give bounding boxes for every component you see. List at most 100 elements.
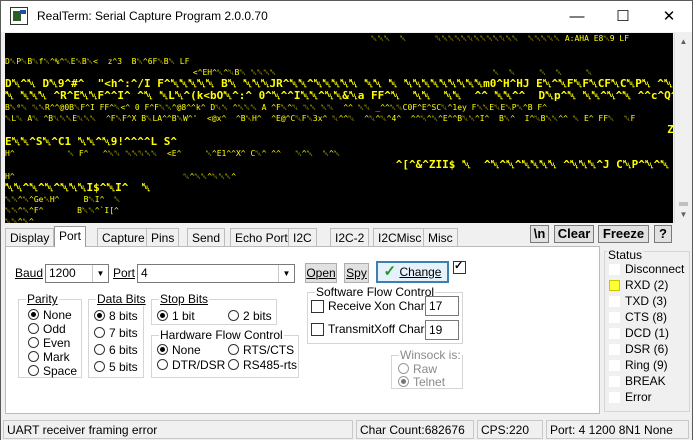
parity-title: Parity bbox=[26, 292, 59, 306]
port-panel: Baud 1200 ▼ Port 4 ▼ Open Spy ✓ Change ✓… bbox=[5, 246, 600, 414]
radio-icon bbox=[398, 363, 409, 374]
led-icon bbox=[609, 280, 620, 291]
stop-bits-1-radio[interactable]: 1 bit bbox=[157, 309, 195, 323]
data-bits-6-radio[interactable]: 6 bits bbox=[94, 343, 138, 357]
title-bar: RealTerm: Serial Capture Program 2.0.0.7… bbox=[1, 1, 692, 32]
scroll-down-arrow-icon[interactable]: ▼ bbox=[675, 206, 692, 223]
app-icon bbox=[10, 7, 28, 25]
tab-pins[interactable]: Pins bbox=[146, 228, 180, 246]
scroll-up-arrow-icon[interactable]: ▲ bbox=[675, 33, 692, 50]
tab-strip: Display Port Capture Pins Send Echo Port… bbox=[5, 226, 465, 247]
terminal-line: B␀⁰␀ ␀␀R^^@0B␀F^I FF^␀<^ 0 F^F␀␀^@8^^k^ … bbox=[5, 103, 548, 112]
xoff-label: Xoff Char: bbox=[374, 322, 428, 336]
parity-mark-radio[interactable]: Mark bbox=[28, 350, 70, 364]
led-icon bbox=[609, 360, 620, 371]
hw-flow-rs485-radio[interactable]: RS485-rts bbox=[228, 358, 297, 372]
status-indicator: DCD (1) bbox=[609, 326, 691, 342]
status-indicator: DSR (6) bbox=[609, 342, 691, 358]
hw-flow-rts-cts-radio[interactable]: RTS/CTS bbox=[228, 343, 294, 357]
port-select[interactable]: 4 ▼ bbox=[137, 264, 295, 283]
radio-icon bbox=[28, 365, 39, 376]
status-indicator-label: Error bbox=[625, 390, 652, 404]
led-icon bbox=[609, 264, 620, 275]
tab-port[interactable]: Port bbox=[54, 226, 87, 247]
led-icon bbox=[609, 376, 620, 387]
check-icon: ✓ bbox=[383, 263, 397, 280]
tab-i2cmisc[interactable]: I2CMisc bbox=[373, 228, 427, 246]
check-icon: ✓ bbox=[454, 260, 464, 272]
radio-icon bbox=[28, 337, 39, 348]
main-window: RealTerm: Serial Capture Program 2.0.0.7… bbox=[0, 0, 693, 440]
xon-label: Xon Char: bbox=[374, 299, 429, 313]
data-bits-8-radio[interactable]: 8 bits bbox=[94, 309, 138, 323]
status-indicator-label: DSR (6) bbox=[625, 342, 669, 356]
terminal-display[interactable]: ␀␀␀ ␀ ␀␀␀␀␀␀␀␀␀␀␀␀␀ ␀␀␀␀␀ A:AHA E8␀9 LF … bbox=[5, 33, 673, 223]
stop-bits-2-radio[interactable]: 2 bits bbox=[228, 309, 272, 323]
open-button[interactable]: Open bbox=[305, 263, 337, 283]
radio-icon bbox=[94, 310, 105, 321]
parity-space-radio[interactable]: Space bbox=[28, 364, 77, 378]
status-indicator: RXD (2) bbox=[609, 278, 691, 294]
hardware-flow-title: Hardware Flow Control bbox=[159, 328, 284, 342]
radio-icon bbox=[94, 361, 105, 372]
status-bar: UART receiver framing error Char Count:6… bbox=[1, 419, 692, 440]
radio-icon bbox=[398, 376, 409, 387]
port-label: Port bbox=[113, 266, 136, 280]
radio-icon bbox=[157, 359, 168, 370]
maximize-button[interactable]: ☐ bbox=[600, 1, 646, 32]
tab-misc[interactable]: Misc bbox=[423, 228, 458, 246]
char-count: Char Count:682676 bbox=[356, 420, 474, 439]
parity-odd-radio[interactable]: Odd bbox=[28, 322, 66, 336]
tab-display[interactable]: Display bbox=[5, 228, 55, 246]
terminal-line: ␀␀^␀^Ge␀H^ B␀I^ ␀ bbox=[5, 195, 121, 204]
parity-none-radio[interactable]: None bbox=[28, 308, 72, 322]
radio-icon bbox=[94, 327, 105, 338]
freeze-button[interactable]: Freeze bbox=[598, 225, 649, 243]
clear-button[interactable]: Clear bbox=[554, 225, 594, 243]
winsock-telnet-radio[interactable]: Telnet bbox=[398, 375, 445, 389]
close-button[interactable]: ✕ bbox=[646, 1, 692, 32]
tab-capture[interactable]: Capture bbox=[97, 228, 150, 246]
software-flow-title: Software Flow Control bbox=[315, 285, 436, 299]
xon-char-input[interactable]: 17 bbox=[425, 296, 459, 316]
minimize-button[interactable]: — bbox=[554, 1, 600, 32]
cps-value: CPS:220 bbox=[477, 420, 543, 439]
terminal-scrollbar[interactable]: ▲ ▼ bbox=[674, 33, 691, 223]
data-bits-5-radio[interactable]: 5 bits bbox=[94, 360, 138, 374]
tab-echo-port[interactable]: Echo Port bbox=[230, 228, 293, 246]
change-auto-checkbox[interactable]: ✓ bbox=[453, 260, 466, 274]
status-indicator: Disconnect bbox=[609, 262, 691, 278]
status-indicator-label: Disconnect bbox=[625, 262, 685, 276]
parity-even-radio[interactable]: Even bbox=[28, 336, 70, 350]
hw-flow-dtr-dsr-radio[interactable]: DTR/DSR bbox=[157, 358, 225, 372]
radio-icon bbox=[28, 309, 39, 320]
spy-button[interactable]: Spy bbox=[344, 263, 369, 283]
radio-icon bbox=[157, 344, 168, 355]
transmit-checkbox[interactable] bbox=[311, 323, 324, 336]
radio-icon bbox=[28, 323, 39, 334]
status-indicator-label: CTS (8) bbox=[625, 310, 667, 324]
newline-button[interactable]: \n bbox=[530, 225, 549, 243]
status-indicator-label: BREAK bbox=[625, 374, 666, 388]
baud-select[interactable]: 1200 ▼ bbox=[45, 264, 109, 283]
baud-label: Baud bbox=[15, 266, 44, 280]
chevron-down-icon[interactable]: ▼ bbox=[92, 265, 108, 282]
tab-i2c[interactable]: I2C bbox=[288, 228, 317, 246]
winsock-title: Winsock is: bbox=[399, 348, 462, 362]
winsock-raw-radio[interactable]: Raw bbox=[398, 362, 437, 376]
change-button[interactable]: ✓ Change bbox=[376, 261, 449, 283]
xoff-char-input[interactable]: 19 bbox=[425, 320, 459, 340]
terminal-line: <^KQ]EXg!^E ␀␀␀␀␀␀ bbox=[5, 44, 673, 56]
hw-flow-none-radio[interactable]: None bbox=[157, 343, 201, 357]
status-indicator-label: Ring (9) bbox=[625, 358, 668, 372]
data-bits-7-radio[interactable]: 7 bits bbox=[94, 326, 138, 340]
status-indicator: Error bbox=[609, 390, 691, 406]
help-button[interactable]: ? bbox=[654, 225, 672, 243]
terminal-line: <^EH^␀^␀B␀ ␀␀␀␀ ␀ ␀ ␀ ␀ ␀ bbox=[5, 68, 593, 77]
transmit-label: Transmit bbox=[328, 322, 375, 336]
chevron-down-icon[interactable]: ▼ bbox=[278, 265, 294, 282]
tab-send[interactable]: Send bbox=[187, 228, 226, 246]
radio-icon bbox=[94, 344, 105, 355]
receive-checkbox[interactable] bbox=[311, 300, 324, 313]
tab-i2c-2[interactable]: I2C-2 bbox=[330, 228, 370, 246]
